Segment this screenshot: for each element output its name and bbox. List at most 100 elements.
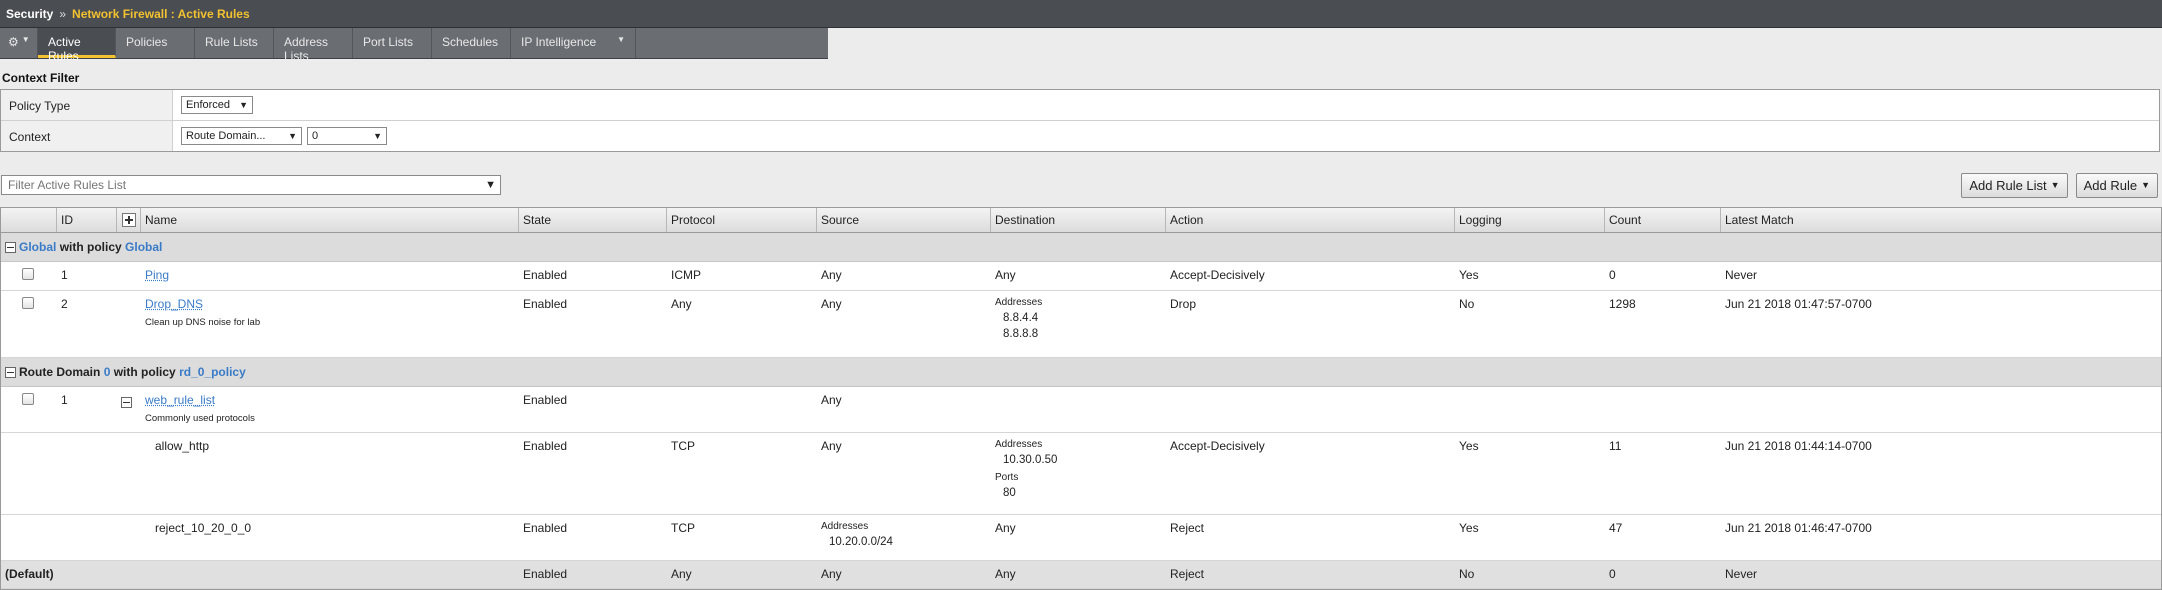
rule-state: Enabled [523, 439, 568, 453]
rule-protocol: TCP [671, 521, 695, 535]
column-header-count[interactable]: Count [1605, 208, 1721, 232]
filter-input[interactable] [6, 177, 470, 193]
rule-action: Accept-Decisively [1170, 268, 1265, 282]
rule-count: 47 [1609, 521, 1623, 535]
rule-logging: Yes [1459, 439, 1479, 453]
breadcrumb-section[interactable]: Security [6, 7, 53, 21]
column-header-state[interactable]: State [519, 208, 667, 232]
column-header-latest-match[interactable]: Latest Match [1721, 208, 2161, 232]
group-with-policy-text: with policy [113, 365, 176, 379]
tab-ip-intelligence[interactable]: IP Intelligence ▼ [511, 28, 636, 58]
table-row: 1 Ping Enabled ICMP Any Any Accept-Decis… [1, 262, 2161, 291]
rule-state: Enabled [523, 393, 568, 407]
rule-latest-match: Jun 21 2018 01:47:57-0700 [1725, 297, 1872, 311]
context-select[interactable]: Route Domain... ▼ [181, 127, 302, 145]
gear-icon: ⚙ [8, 35, 19, 49]
rule-protocol: Any [671, 297, 692, 311]
column-header-action[interactable]: Action [1166, 208, 1455, 232]
column-header-destination[interactable]: Destination [991, 208, 1166, 232]
source-addresses-label: Addresses [821, 521, 869, 532]
select-column-header [1, 208, 57, 232]
rule-count: 11 [1609, 439, 1622, 453]
add-rule-label: Add Rule [2083, 177, 2138, 193]
rule-state: Enabled [523, 297, 568, 311]
row-checkbox[interactable] [22, 393, 34, 405]
rule-source: Any [821, 567, 842, 581]
tab-rule-lists[interactable]: Rule Lists [195, 28, 274, 58]
filter-box: ▼ [1, 175, 501, 195]
rule-count: 0 [1609, 567, 1616, 581]
route-domain-prefix: Route Domain [19, 365, 101, 379]
destination-address: 10.30.0.50 [1003, 454, 1058, 466]
rule-source: Any [821, 297, 842, 311]
rule-name: reject_10_20_0_0 [155, 521, 252, 535]
policy-type-row: Policy Type Enforced ▼ [1, 90, 2159, 121]
rule-logging: No [1459, 297, 1475, 311]
rule-destination: Any [995, 521, 1016, 535]
destination-address: 8.8.8.8 [1003, 328, 1039, 340]
table-row: 2 Drop_DNS Clean up DNS noise for lab En… [1, 291, 2161, 358]
rule-count: 1298 [1609, 297, 1636, 311]
rule-name: allow_http [155, 439, 210, 453]
collapse-icon[interactable] [5, 366, 16, 378]
column-header-protocol[interactable]: Protocol [667, 208, 817, 232]
filter-icon[interactable]: ▼ [485, 179, 496, 191]
breadcrumb-separator: » [59, 6, 67, 21]
tab-address-lists[interactable]: Address Lists [274, 28, 353, 63]
rule-source: Any [821, 439, 842, 453]
rule-list-link[interactable]: web_rule_list [145, 393, 215, 407]
rule-state: Enabled [523, 567, 568, 581]
default-rule-row: (Default) Enabled Any Any Any Reject No … [1, 561, 2161, 589]
destination-port: 80 [1003, 487, 1016, 499]
column-header-logging[interactable]: Logging [1455, 208, 1605, 232]
rule-count: 0 [1609, 268, 1616, 282]
rule-state: Enabled [523, 521, 568, 535]
row-checkbox[interactable] [22, 268, 34, 280]
column-header-source[interactable]: Source [817, 208, 991, 232]
group-with-policy-text: with policy [59, 240, 122, 254]
active-rules-table: ID Name State Protocol Source Destinatio… [0, 207, 2162, 590]
expand-all-button[interactable] [117, 208, 141, 232]
destination-ports-label: Ports [995, 472, 1019, 483]
rule-description: Commonly used protocols [145, 413, 255, 424]
rule-latest-match: Never [1725, 567, 1758, 581]
policy-type-select[interactable]: Enforced ▼ [181, 96, 253, 114]
context-value: Route Domain... [186, 130, 266, 142]
rule-name-link[interactable]: Drop_DNS [145, 297, 203, 311]
chevron-down-icon: ▼ [21, 35, 30, 44]
route-domain-id-select[interactable]: 0 ▼ [307, 127, 387, 145]
tab-port-lists[interactable]: Port Lists [353, 28, 432, 58]
rule-protocol: Any [671, 567, 692, 581]
source-address: 10.20.0.0/24 [829, 536, 893, 548]
route-domain-link[interactable]: 0 [104, 365, 111, 379]
chevron-down-icon: ▼ [2050, 180, 2060, 190]
rule-latest-match: Never [1725, 268, 1758, 282]
rd-policy-link[interactable]: rd_0_policy [179, 365, 246, 379]
collapse-icon[interactable] [121, 397, 132, 409]
rule-latest-match: Jun 21 2018 01:44:14-0700 [1725, 439, 1872, 453]
tab-active-rules[interactable]: Active Rules [38, 28, 116, 63]
row-checkbox[interactable] [22, 297, 34, 309]
collapse-icon[interactable] [5, 241, 16, 253]
rule-destination: Any [995, 567, 1016, 581]
add-rule-button[interactable]: Add Rule ▼ [2075, 172, 2158, 198]
global-context-link[interactable]: Global [19, 240, 56, 254]
column-header-id[interactable]: ID [57, 208, 117, 232]
context-label: Context [1, 121, 173, 151]
settings-menu-button[interactable]: ⚙ ▼ [0, 28, 38, 58]
rule-protocol: ICMP [671, 268, 701, 282]
tab-schedules[interactable]: Schedules [432, 28, 511, 58]
column-header-name[interactable]: Name [141, 208, 519, 232]
rule-state: Enabled [523, 268, 568, 282]
rule-id: 1 [61, 268, 68, 282]
rule-id: 1 [61, 393, 68, 407]
tab-policies[interactable]: Policies [116, 28, 195, 58]
rule-name-link[interactable]: Ping [145, 268, 169, 282]
rule-logging: Yes [1459, 521, 1479, 535]
breadcrumb: Security » Network Firewall : Active Rul… [0, 0, 2162, 28]
rule-source: Any [821, 393, 842, 407]
global-policy-link[interactable]: Global [125, 240, 162, 254]
add-rule-list-button[interactable]: Add Rule List ▼ [1961, 172, 2068, 198]
plus-icon [122, 213, 136, 227]
rule-logging: No [1459, 567, 1475, 581]
